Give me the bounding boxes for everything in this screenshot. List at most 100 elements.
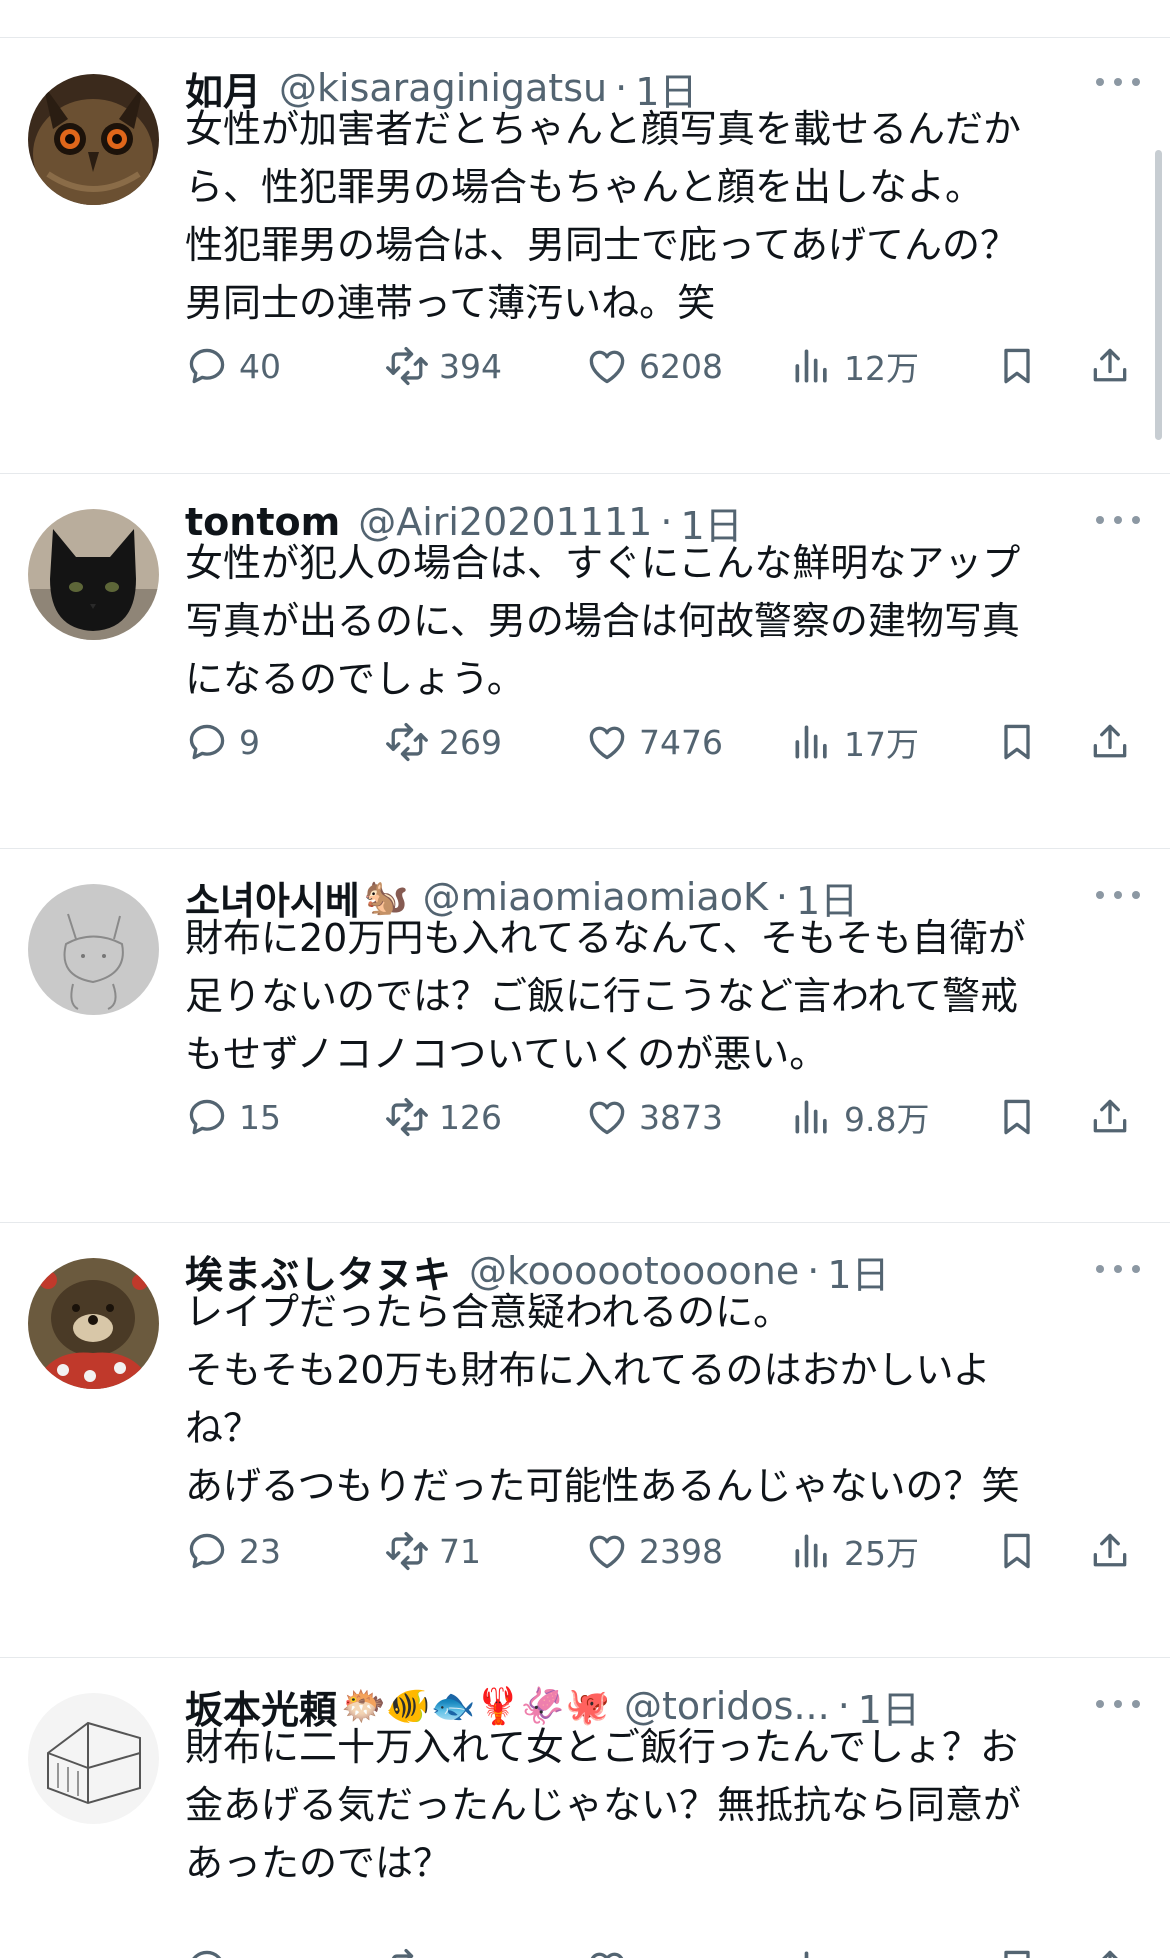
like-button[interactable]: 2398 — [585, 1523, 723, 1579]
more-icon[interactable] — [1096, 510, 1140, 530]
avatar-tanuki[interactable] — [28, 1258, 159, 1389]
post-text-line: あったのでは？ — [185, 1841, 452, 1885]
post-text-line: 写真が出るのに、男の場合は何故警察の建物写真 — [185, 599, 1020, 643]
post[interactable]: 소녀아시베 🐿️ @miaomiaomiaoK · 1日 財布に20万円も入れて… — [0, 849, 1170, 1223]
top-spacer — [0, 0, 1170, 38]
views-button[interactable] — [790, 1940, 844, 1958]
reply-count: 23 — [239, 1531, 281, 1571]
avatar-sketch-cat[interactable] — [28, 884, 159, 1015]
repost-button[interactable]: 269 — [385, 714, 502, 770]
views-icon — [795, 1534, 827, 1568]
share-icon — [1093, 1099, 1127, 1133]
repost-count: 126 — [439, 1097, 502, 1137]
bookmark-button[interactable] — [995, 338, 1049, 394]
avatar-house-sketch[interactable] — [28, 1693, 159, 1824]
scrollbar[interactable] — [1155, 150, 1162, 440]
reply-count: 40 — [239, 346, 281, 386]
reply-button[interactable]: 23 — [185, 1523, 281, 1579]
post-text-line: 足りないのでは？ご飯に行こうなど言われて警戒 — [185, 974, 1018, 1018]
like-button[interactable] — [585, 1940, 639, 1958]
share-button[interactable] — [1088, 1523, 1142, 1579]
post-text-line: 女性が加害者だとちゃんと顔写真を載せるんだか — [185, 107, 1022, 151]
repost-button[interactable]: 71 — [385, 1523, 481, 1579]
views-icon — [795, 725, 827, 759]
post[interactable]: tontom @Airi20201111 · 1日 女性が犯人の場合は、すぐにこ… — [0, 474, 1170, 849]
post-text-line: 男同士の連帯って薄汚いね。笑 — [185, 281, 716, 325]
post-text-line: 財布に20万円も入れてるなんて、そもそも自衛が — [185, 916, 1026, 960]
action-bar: 23 71 2398 25万 — [185, 1523, 1135, 1579]
like-button[interactable]: 7476 — [585, 714, 723, 770]
more-icon[interactable] — [1096, 1259, 1140, 1279]
like-icon — [589, 350, 625, 384]
post-text-line: 金あげる気だったんじゃない？無抵抗なら同意が — [185, 1783, 1022, 1827]
bookmark-icon — [1004, 1950, 1030, 1958]
repost-button[interactable]: 126 — [385, 1089, 502, 1145]
views-button[interactable]: 17万 — [790, 714, 919, 770]
like-icon — [589, 726, 625, 760]
share-button[interactable] — [1088, 338, 1142, 394]
post-text: 財布に20万円も入れてるなんて、そもそも自衛が 足りないのでは？ご飯に行こうなど… — [185, 909, 1125, 1083]
repost-button[interactable] — [385, 1940, 439, 1958]
post-text-line: あげるつもりだった可能性あるんじゃないの？笑 — [185, 1464, 1020, 1508]
reply-count: 9 — [239, 722, 260, 762]
reply-button[interactable]: 40 — [185, 338, 281, 394]
post[interactable]: 埃まぶしタヌキ @koooootoooone · 1日 レイプだったら合意疑われ… — [0, 1223, 1170, 1658]
bookmark-icon — [1004, 1533, 1030, 1569]
share-button[interactable] — [1088, 714, 1142, 770]
views-count: 25万 — [844, 1534, 919, 1573]
repost-button[interactable]: 394 — [385, 338, 502, 394]
reply-button[interactable]: 9 — [185, 714, 260, 770]
bookmark-button[interactable] — [995, 1089, 1049, 1145]
share-icon — [1093, 724, 1127, 758]
bookmark-button[interactable] — [995, 1523, 1049, 1579]
like-count: 7476 — [639, 722, 723, 762]
share-icon — [1102, 1950, 1118, 1958]
reply-icon — [189, 1099, 225, 1135]
post-text-line: そもそも20万も財布に入れてるのはおかしいよ — [185, 1348, 991, 1392]
more-icon[interactable] — [1096, 885, 1140, 905]
repost-count: 394 — [439, 346, 502, 386]
post-text: レイプだったら合意疑われるのに。 そもそも20万も財布に入れてるのはおかしいよ … — [185, 1283, 1125, 1515]
like-count: 3873 — [639, 1097, 723, 1137]
repost-icon — [386, 346, 428, 386]
avatar-owl[interactable] — [28, 74, 159, 205]
share-button[interactable] — [1088, 1089, 1142, 1145]
post-text-line: ね？ — [185, 1406, 262, 1450]
post[interactable]: 如月 @kisaraginigatsu · 1日 女性が加害者だとちゃんと顔写真… — [0, 38, 1170, 474]
like-count: 2398 — [639, 1531, 723, 1571]
post-text-line: になるのでしょう。 — [185, 657, 525, 701]
share-icon — [1093, 1533, 1127, 1567]
views-icon — [795, 1100, 827, 1134]
like-button[interactable]: 3873 — [585, 1089, 723, 1145]
like-icon — [589, 1535, 625, 1569]
views-button[interactable]: 12万 — [790, 338, 919, 394]
reply-icon — [189, 724, 225, 760]
bookmark-button[interactable] — [995, 714, 1049, 770]
repost-icon — [386, 1531, 428, 1571]
bookmark-button[interactable] — [995, 1940, 1049, 1958]
share-button[interactable] — [1088, 1940, 1142, 1958]
post-text-line: ら、性犯罪男の場合もちゃんと顔を出しなよ。 — [185, 165, 984, 209]
more-icon[interactable] — [1096, 72, 1140, 92]
reply-button[interactable] — [185, 1940, 239, 1958]
views-button[interactable]: 25万 — [790, 1523, 919, 1579]
reply-icon — [192, 1950, 222, 1958]
like-button[interactable]: 6208 — [585, 338, 723, 394]
avatar-black-cat[interactable] — [28, 509, 159, 640]
views-button[interactable]: 9.8万 — [790, 1089, 929, 1145]
bookmark-icon — [1004, 348, 1030, 384]
reply-button[interactable]: 15 — [185, 1089, 281, 1145]
views-icon — [804, 1951, 809, 1958]
post-text-line: 財布に二十万入れて女とご飯行ったんでしょ？お — [185, 1725, 1018, 1769]
like-count: 6208 — [639, 346, 723, 386]
views-count: 12万 — [844, 349, 919, 388]
views-count: 17万 — [844, 725, 919, 764]
repost-count: 269 — [439, 722, 502, 762]
reply-icon — [189, 1533, 225, 1569]
post-text: 財布に二十万入れて女とご飯行ったんでしょ？お 金あげる気だったんじゃない？無抵抗… — [185, 1718, 1125, 1892]
post[interactable]: 坂本光頼 🐡🐠🐟🦞🦑🐙 @toridos... · 1日 財布に二十万入れて女と… — [0, 1658, 1170, 1958]
reply-count: 15 — [239, 1097, 281, 1137]
more-icon[interactable] — [1096, 1694, 1140, 1714]
views-count: 9.8万 — [844, 1100, 930, 1139]
post-text: 女性が加害者だとちゃんと顔写真を載せるんだか ら、性犯罪男の場合もちゃんと顔を出… — [185, 100, 1125, 332]
